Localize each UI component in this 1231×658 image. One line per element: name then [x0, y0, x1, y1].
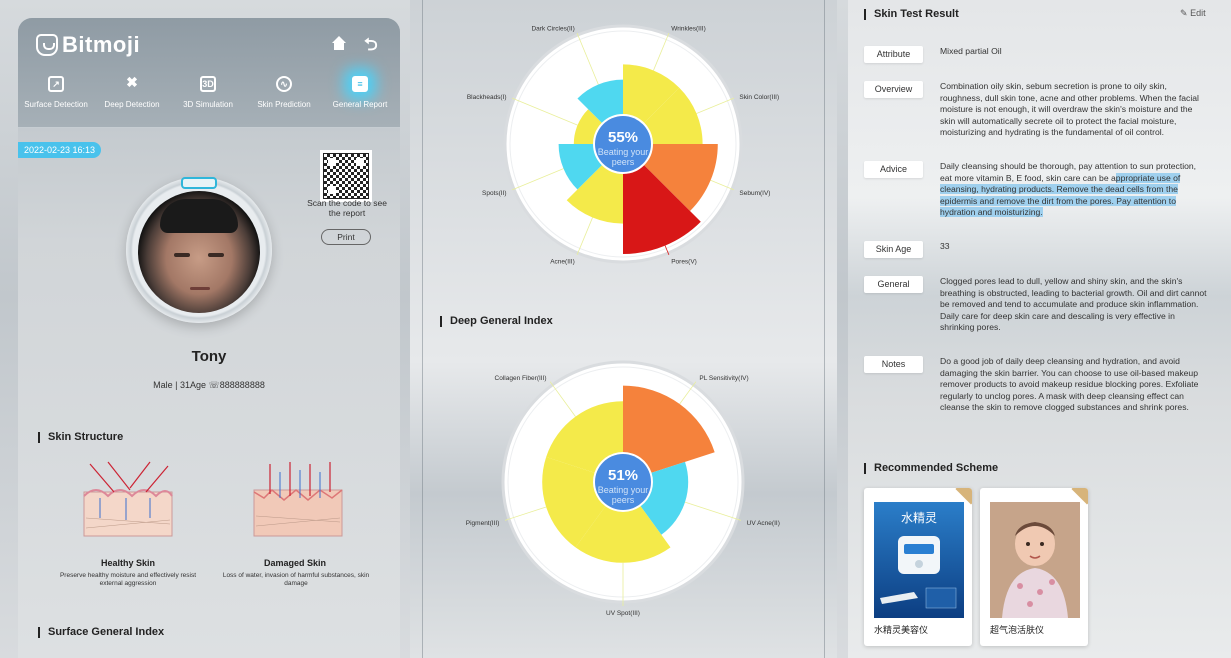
- main-nav: ↗ Surface Detection ✖ Deep Detection 3D …: [18, 74, 400, 109]
- surface-general-index-title: Surface General Index: [38, 627, 164, 638]
- tab-deep-detection[interactable]: ✖ Deep Detection: [94, 74, 170, 109]
- chart-category-label: Collagen Fiber(III): [495, 375, 547, 382]
- product-image: [990, 502, 1080, 618]
- tag-skin-age[interactable]: Skin Age: [864, 241, 923, 258]
- skin-scanner-device: [181, 177, 217, 189]
- profile-panel: Bitmoji ⮌ ↗ Surface Detection ✖ Deep Det…: [18, 18, 400, 658]
- healthy-skin-desc: Preserve healthy moisture and effectivel…: [59, 572, 197, 587]
- logo-icon: [36, 34, 58, 56]
- chart-category-label: Wrinkles(III): [671, 26, 706, 33]
- product-label: 超气泡活肤仪: [990, 625, 1045, 635]
- deep-index-chart: PL Sensitivity(IV) UV Acne(II) UV Spot(III…: [410, 330, 837, 630]
- tab-label: Surface Detection: [24, 100, 88, 109]
- chart-category-label: UV Acne(II): [747, 520, 780, 527]
- deep-general-index-title: Deep General Index: [440, 316, 553, 327]
- scan-hint: Scan the code to see the report: [307, 198, 387, 218]
- logo-text: Bitmoji: [62, 32, 141, 57]
- index-charts-panel: Wrinkles(III) Skin Color(III) Sebum(IV) Por…: [410, 0, 837, 658]
- product-image-text: 水精灵: [901, 511, 937, 525]
- damaged-skin-desc: Loss of water, invasion of harmful subst…: [222, 572, 370, 587]
- user-name: Tony: [191, 348, 227, 365]
- tab-surface-detection[interactable]: ↗ Surface Detection: [18, 76, 94, 109]
- back-icon[interactable]: ⮌: [364, 32, 378, 61]
- chart-category-label: Sebum(IV): [739, 190, 770, 197]
- chart-center-caption: peers: [612, 157, 635, 167]
- tab-label: Skin Prediction: [257, 100, 311, 109]
- advice-text: Daily cleansing should be thorough, pay …: [940, 161, 1208, 219]
- chart-category-label: Pores(V): [671, 258, 697, 265]
- qr-code[interactable]: [320, 150, 372, 202]
- tag-general[interactable]: General: [864, 276, 923, 293]
- deep-detection-icon: ✖: [126, 74, 138, 90]
- edit-label: Edit: [1190, 8, 1206, 18]
- product-card[interactable]: 超气泡活肤仪: [980, 488, 1088, 646]
- tab-general-report[interactable]: ≡ General Report: [322, 76, 398, 109]
- tag-attribute[interactable]: Attribute: [864, 46, 923, 63]
- product-image: 水精灵: [874, 502, 964, 618]
- surface-detection-icon: ↗: [48, 76, 64, 92]
- tab-label: 3D Simulation: [183, 100, 233, 109]
- user-info: Male | 31Age ☏888888888: [153, 380, 265, 390]
- chart-category-label: PL Sensitivity(IV): [699, 375, 748, 382]
- tag-notes[interactable]: Notes: [864, 356, 923, 373]
- chart-center-caption: Beating your: [598, 485, 649, 495]
- avatar-frame: [126, 177, 272, 323]
- print-button[interactable]: Print: [321, 229, 371, 245]
- notes-text: Do a good job of daily deep cleansing an…: [940, 356, 1199, 412]
- chart-category-label: UV Spot(III): [606, 610, 640, 617]
- avatar: [138, 191, 260, 313]
- general-report-icon: ≡: [352, 76, 368, 92]
- attribute-text: Mixed partial Oil: [940, 46, 1002, 56]
- report-date-badge: 2022-02-23 16:13: [18, 142, 102, 158]
- chart-category-label: Acne(III): [550, 258, 575, 265]
- chart-center-caption: Beating your: [598, 147, 649, 157]
- skin-structure-title: Skin Structure: [38, 432, 123, 443]
- surface-index-chart: Wrinkles(III) Skin Color(III) Sebum(IV) Por…: [410, 0, 837, 300]
- chart-center-value: 55%: [608, 129, 638, 146]
- tab-3d-simulation[interactable]: 3D 3D Simulation: [170, 76, 246, 109]
- chart-center-caption: peers: [612, 495, 635, 505]
- edit-icon: ✎: [1180, 8, 1188, 18]
- app-logo[interactable]: Bitmoji: [36, 32, 140, 58]
- product-card[interactable]: 水精灵 水精灵美容仪: [864, 488, 972, 646]
- 3d-simulation-icon: 3D: [200, 76, 216, 92]
- overview-text: Combination oily skin, sebum secretion i…: [940, 81, 1199, 137]
- tab-skin-prediction[interactable]: ∿ Skin Prediction: [246, 76, 322, 109]
- healthy-skin-label: Healthy Skin: [100, 558, 156, 568]
- general-text: Clogged pores lead to dull, yellow and s…: [940, 276, 1207, 332]
- damaged-skin-label: Damaged Skin: [263, 558, 327, 568]
- tag-advice[interactable]: Advice: [864, 161, 923, 178]
- healthy-skin-illustration: [83, 461, 173, 537]
- report-panel: Skin Test Result ✎ Edit Attribute Mixed …: [848, 0, 1231, 658]
- surface-polar-chart: Wrinkles(III) Skin Color(III) Sebum(IV) Por…: [467, 24, 779, 265]
- damaged-skin-illustration: [253, 462, 343, 537]
- chart-category-label: Dark Circles(II): [531, 26, 574, 33]
- home-icon[interactable]: [332, 36, 346, 50]
- edit-button[interactable]: ✎ Edit: [1180, 8, 1206, 19]
- chart-category-label: Pigment(III): [466, 520, 500, 527]
- chart-category-label: Skin Color(III): [739, 94, 779, 101]
- chart-category-label: Blackheads(I): [467, 94, 507, 101]
- product-label: 水精灵美容仪: [874, 625, 929, 635]
- skin-test-result-title: Skin Test Result: [864, 9, 959, 20]
- skin-age-value: 33: [940, 241, 950, 251]
- deep-polar-chart: PL Sensitivity(IV) UV Acne(II) UV Spot(III…: [466, 360, 780, 617]
- tab-label: Deep Detection: [104, 100, 160, 109]
- skin-prediction-icon: ∿: [276, 76, 292, 92]
- tag-overview[interactable]: Overview: [864, 81, 923, 98]
- recommended-scheme-title: Recommended Scheme: [864, 463, 998, 474]
- chart-category-label: Spots(II): [482, 190, 507, 197]
- chart-center-value: 51%: [608, 467, 638, 484]
- tab-label: General Report: [332, 100, 388, 109]
- app-header: Bitmoji ⮌ ↗ Surface Detection ✖ Deep Det…: [18, 18, 400, 128]
